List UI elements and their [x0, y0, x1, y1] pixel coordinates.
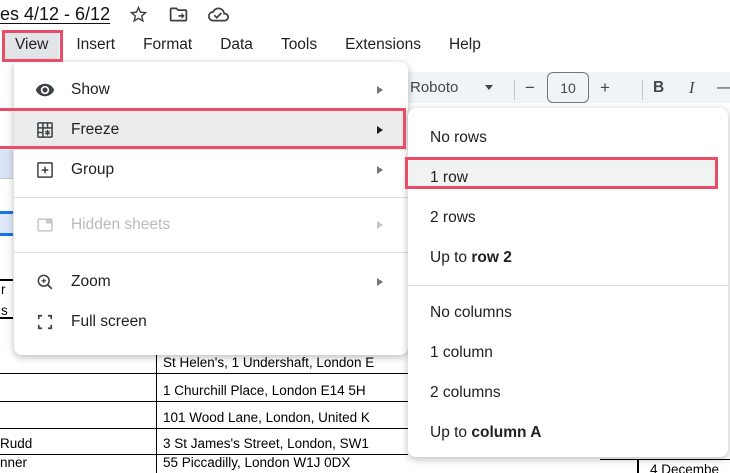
name-cell[interactable] — [0, 355, 157, 373]
submenu-item-2-rows[interactable]: 2 rows — [408, 198, 728, 238]
format-toolbar: Roboto − 10 + B I — — [395, 72, 730, 103]
submenu-item-label: 2 columns — [430, 384, 501, 401]
submenu-item-label: 1 column — [430, 344, 493, 361]
group-icon — [35, 160, 55, 180]
freeze-submenu: No rows 1 row 2 rows Up to row 2 No colu… — [408, 108, 728, 457]
menu-item-full-screen[interactable]: Full screen — [14, 302, 408, 342]
menu-item-zoom[interactable]: Zoom — [14, 262, 408, 302]
increase-font-size-button[interactable]: + — [600, 72, 610, 103]
date-cell[interactable]: 4 Decembe — [650, 462, 719, 473]
table-row: Rudd 3 St James's Street, London, SW1 — [0, 429, 408, 455]
address-cell[interactable]: 3 St James's Street, London, SW1 — [157, 429, 408, 454]
submenu-arrow-icon — [377, 221, 383, 229]
font-size-input[interactable]: 10 — [547, 72, 589, 103]
submenu-item-label-bold: row 2 — [471, 249, 512, 266]
submenu-item-label: No rows — [430, 129, 487, 146]
submenu-item-no-columns[interactable]: No columns — [408, 293, 728, 333]
decrease-font-size-button[interactable]: − — [525, 72, 535, 103]
submenu-item-1-row[interactable]: 1 row — [408, 158, 728, 198]
menu-format[interactable]: Format — [132, 31, 203, 59]
menu-view[interactable]: View — [4, 31, 60, 59]
menu-item-label: Zoom — [71, 273, 111, 290]
menu-insert[interactable]: Insert — [65, 31, 126, 59]
menu-item-group[interactable]: Group — [14, 150, 408, 190]
star-icon[interactable] — [126, 2, 150, 26]
submenu-item-label: No columns — [430, 304, 512, 321]
submenu-arrow-icon — [377, 278, 383, 286]
submenu-item-up-to-row-2[interactable]: Up to row 2 — [408, 238, 728, 278]
menu-item-label: Full screen — [71, 313, 147, 330]
menu-bar: View Insert Format Data Tools Extensions… — [0, 28, 730, 62]
menu-divider — [14, 252, 408, 253]
menu-item-label: Hidden sheets — [71, 216, 171, 233]
name-cell[interactable]: Rudd — [0, 429, 157, 454]
name-cell[interactable] — [0, 402, 157, 428]
font-family-caret[interactable] — [485, 72, 493, 103]
submenu-item-up-to-column-a[interactable]: Up to column A — [408, 413, 728, 453]
menu-item-hidden-sheets[interactable]: Hidden sheets — [14, 205, 408, 245]
submenu-item-1-column[interactable]: 1 column — [408, 333, 728, 373]
font-family-select[interactable]: Roboto — [410, 72, 458, 103]
submenu-arrow-icon — [377, 166, 383, 174]
menu-extensions[interactable]: Extensions — [334, 31, 432, 59]
name-cell[interactable]: nner — [0, 455, 157, 473]
toolbar-divider — [514, 72, 515, 103]
submenu-arrow-icon — [377, 86, 383, 94]
submenu-arrow-icon — [377, 126, 383, 134]
submenu-item-label: 1 row — [430, 169, 468, 186]
menu-item-label: Show — [71, 81, 110, 98]
submenu-item-label: 2 rows — [430, 209, 476, 226]
fullscreen-icon — [35, 312, 55, 332]
menu-help[interactable]: Help — [438, 31, 492, 59]
sheets-app-window: es 4/12 - 6/12 View Insert Format Data T… — [0, 0, 730, 473]
zoom-in-icon — [35, 272, 55, 292]
strikethrough-button[interactable]: — — [717, 72, 730, 103]
name-cell[interactable] — [0, 374, 157, 401]
submenu-item-label: Up to — [430, 249, 468, 266]
menu-tools[interactable]: Tools — [270, 31, 328, 59]
frozen-row-divider — [0, 233, 13, 236]
spreadsheet-fragment: 4 Decembe — [600, 459, 730, 473]
address-cell[interactable]: 55 Piccadilly, London W1J 0DX — [157, 455, 408, 473]
toolbar-divider — [642, 72, 643, 103]
cell-border-fragment — [637, 460, 639, 473]
menu-item-label: Group — [71, 161, 115, 178]
spreadsheet-fragment — [0, 178, 13, 179]
document-title[interactable]: es 4/12 - 6/12 — [0, 4, 110, 25]
address-cell[interactable]: St Helen's, 1 Undershaft, London E — [157, 355, 408, 373]
move-to-folder-icon[interactable] — [166, 2, 190, 26]
title-bar: es 4/12 - 6/12 — [0, 0, 730, 28]
freeze-icon — [35, 120, 55, 140]
cloud-saved-icon[interactable] — [206, 2, 230, 26]
spreadsheet-grid: St Helen's, 1 Undershaft, London E 1 Chu… — [0, 355, 408, 473]
cell-border-fragment — [0, 317, 13, 319]
cell-text-fragment: s — [1, 303, 8, 318]
menu-divider — [408, 285, 728, 286]
submenu-item-label-bold: column A — [471, 424, 542, 441]
table-row: nner 55 Piccadilly, London W1J 0DX — [0, 455, 408, 473]
bold-button[interactable]: B — [653, 72, 664, 103]
submenu-item-2-columns[interactable]: 2 columns — [408, 373, 728, 413]
address-cell[interactable]: 101 Wood Lane, London, United K — [157, 402, 408, 428]
spreadsheet-fragment — [0, 214, 13, 233]
cell-text-fragment: r — [1, 282, 6, 297]
hidden-sheets-icon — [35, 215, 55, 235]
chevron-down-icon — [485, 85, 493, 90]
spreadsheet-fragment — [0, 150, 13, 178]
table-row: 1 Churchill Place, London E14 5H — [0, 374, 408, 402]
italic-button[interactable]: I — [689, 72, 695, 103]
table-row: St Helen's, 1 Undershaft, London E — [0, 355, 408, 374]
view-menu-dropdown: Show Freeze Group Hidden sheets Zoom Ful… — [14, 62, 408, 355]
menu-item-show[interactable]: Show — [14, 70, 408, 110]
submenu-item-no-rows[interactable]: No rows — [408, 118, 728, 158]
menu-divider — [14, 197, 408, 198]
menu-item-label: Freeze — [71, 121, 120, 138]
table-row: 101 Wood Lane, London, United K — [0, 402, 408, 429]
menu-item-freeze[interactable]: Freeze — [14, 110, 408, 150]
address-cell[interactable]: 1 Churchill Place, London E14 5H — [157, 374, 408, 401]
eye-icon — [35, 80, 55, 100]
cell-border-fragment — [0, 279, 13, 281]
submenu-item-label: Up to — [430, 424, 468, 441]
menu-data[interactable]: Data — [209, 31, 264, 59]
